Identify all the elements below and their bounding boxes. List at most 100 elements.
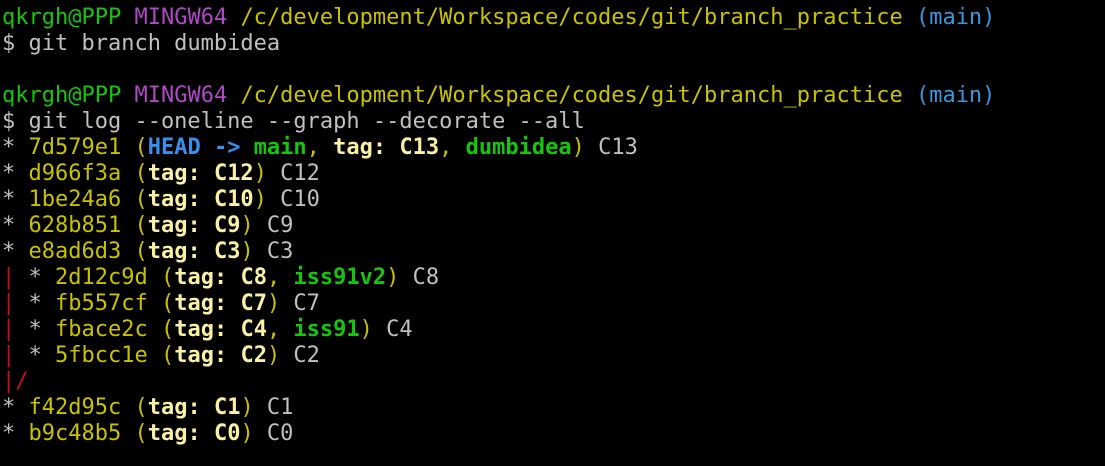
terminal-text: , <box>439 135 466 160</box>
terminal-text: ) <box>266 343 281 368</box>
terminal-text: ) <box>240 213 254 238</box>
terminal-line: * 1be24a6 (tag: C10) C10 <box>2 187 1105 213</box>
terminal-line: * b9c48b5 (tag: C0) C0 <box>2 421 1105 447</box>
terminal-text: C4 <box>372 317 413 342</box>
terminal-text: * <box>15 343 55 368</box>
terminal-text: C0 <box>253 421 294 446</box>
terminal-line: | * fb557cf (tag: C7) C7 <box>2 291 1105 317</box>
terminal-text: C10 <box>266 187 320 212</box>
terminal-text: , <box>306 135 334 160</box>
terminal-line: $ git log --oneline --graph --decorate -… <box>2 109 1105 135</box>
terminal-text: HEAD -> <box>147 135 254 160</box>
terminal-text: 2d12c9d <box>55 265 148 290</box>
terminal-text: tag: C0 <box>147 421 241 446</box>
terminal-text: main <box>253 135 307 160</box>
terminal-text: tag: C12 <box>147 161 254 186</box>
terminal-text: ) <box>571 135 585 160</box>
terminal-line: $ git branch dumbidea <box>2 31 1105 57</box>
terminal-text: qkrgh@PPP <box>2 5 122 30</box>
terminal-text: ( <box>147 317 175 342</box>
terminal-text: /c/development/Workspace/codes/git/branc… <box>240 83 903 108</box>
terminal-text: tag: C4 <box>174 317 267 342</box>
terminal-text: * <box>2 135 29 160</box>
terminal-text: tag: C9 <box>147 213 241 238</box>
terminal-text: | <box>2 265 16 290</box>
terminal-text: C9 <box>253 213 294 238</box>
terminal-text: , <box>266 317 294 342</box>
terminal-text: * <box>15 291 55 316</box>
terminal-text: ( <box>147 265 175 290</box>
terminal-text: $ git branch dumbidea <box>2 31 281 56</box>
terminal-text: * <box>2 213 29 238</box>
terminal-text: fb557cf <box>55 291 148 316</box>
terminal-text: fbace2c <box>55 317 148 342</box>
terminal-line: | * 5fbcc1e (tag: C2) C2 <box>2 343 1105 369</box>
terminal-text: tag: C10 <box>147 187 254 212</box>
terminal-text: tag: C2 <box>174 343 267 368</box>
terminal-text: MINGW64 <box>134 83 228 108</box>
terminal-text: 5fbcc1e <box>55 343 148 368</box>
terminal-text: ) <box>359 317 373 342</box>
terminal-text: 1be24a6 <box>28 187 122 212</box>
terminal-text: b9c48b5 <box>28 421 122 446</box>
terminal-text: C13 <box>584 135 638 160</box>
terminal-text: iss91 <box>293 317 360 342</box>
terminal-text: | <box>2 343 16 368</box>
terminal-line: | * fbace2c (tag: C4, iss91) C4 <box>2 317 1105 343</box>
terminal-line: * e8ad6d3 (tag: C3) C3 <box>2 239 1105 265</box>
terminal-line: qkrgh@PPP MINGW64 /c/development/Workspa… <box>2 5 1105 31</box>
terminal-text: * <box>15 317 55 342</box>
terminal-text: * <box>15 265 55 290</box>
terminal-text: C12 <box>266 161 320 186</box>
terminal-text: C1 <box>253 395 294 420</box>
terminal-text: ( <box>121 421 148 446</box>
terminal-text: , <box>266 265 294 290</box>
terminal-text: C3 <box>253 239 294 264</box>
terminal-text: /c/development/Workspace/codes/git/branc… <box>240 5 903 30</box>
terminal-text: C7 <box>280 291 320 316</box>
terminal-text: ) <box>386 265 400 290</box>
terminal-text: (main) <box>915 83 996 108</box>
terminal-line: qkrgh@PPP MINGW64 /c/development/Workspa… <box>2 83 1105 109</box>
terminal-text: $ git log --oneline --graph --decorate -… <box>2 109 585 134</box>
terminal-text: * <box>2 187 29 212</box>
terminal-text: tag: C8 <box>174 265 267 290</box>
terminal-text: ( <box>147 343 175 368</box>
terminal-text: d966f3a <box>28 161 122 186</box>
terminal-text: MINGW64 <box>134 5 228 30</box>
terminal-text: * <box>2 239 29 264</box>
terminal-text: ( <box>121 395 148 420</box>
terminal-text: |/ <box>2 369 29 394</box>
terminal-text: ( <box>121 213 148 238</box>
terminal-text: (main) <box>915 5 996 30</box>
terminal-text: ( <box>121 239 148 264</box>
terminal-line: * d966f3a (tag: C12) C12 <box>2 161 1105 187</box>
terminal-text: ( <box>147 291 175 316</box>
terminal-line: * 7d579e1 (HEAD -> main, tag: C13, dumbi… <box>2 135 1105 161</box>
terminal-text: | <box>2 291 16 316</box>
terminal-line: * f42d95c (tag: C1) C1 <box>2 395 1105 421</box>
terminal-text: tag: C7 <box>174 291 267 316</box>
terminal-text: tag: C13 <box>333 135 440 160</box>
terminal-text: * <box>2 395 29 420</box>
terminal-text: ( <box>121 187 148 212</box>
terminal-text: | <box>2 317 16 342</box>
terminal-text: * <box>2 421 29 446</box>
terminal-text: ) <box>240 421 254 446</box>
terminal-text: * <box>2 161 29 186</box>
terminal-text: e8ad6d3 <box>28 239 122 264</box>
terminal-window[interactable]: qkrgh@PPP MINGW64 /c/development/Workspa… <box>0 0 1105 466</box>
terminal-line: | * 2d12c9d (tag: C8, iss91v2) C8 <box>2 265 1105 291</box>
terminal-text: ) <box>266 291 281 316</box>
terminal-text: iss91v2 <box>293 265 387 290</box>
terminal-text: tag: C3 <box>147 239 241 264</box>
terminal-text: tag: C1 <box>147 395 241 420</box>
terminal-text: ( <box>121 135 148 160</box>
terminal-text: ( <box>121 161 148 186</box>
terminal-text: ) <box>253 187 267 212</box>
